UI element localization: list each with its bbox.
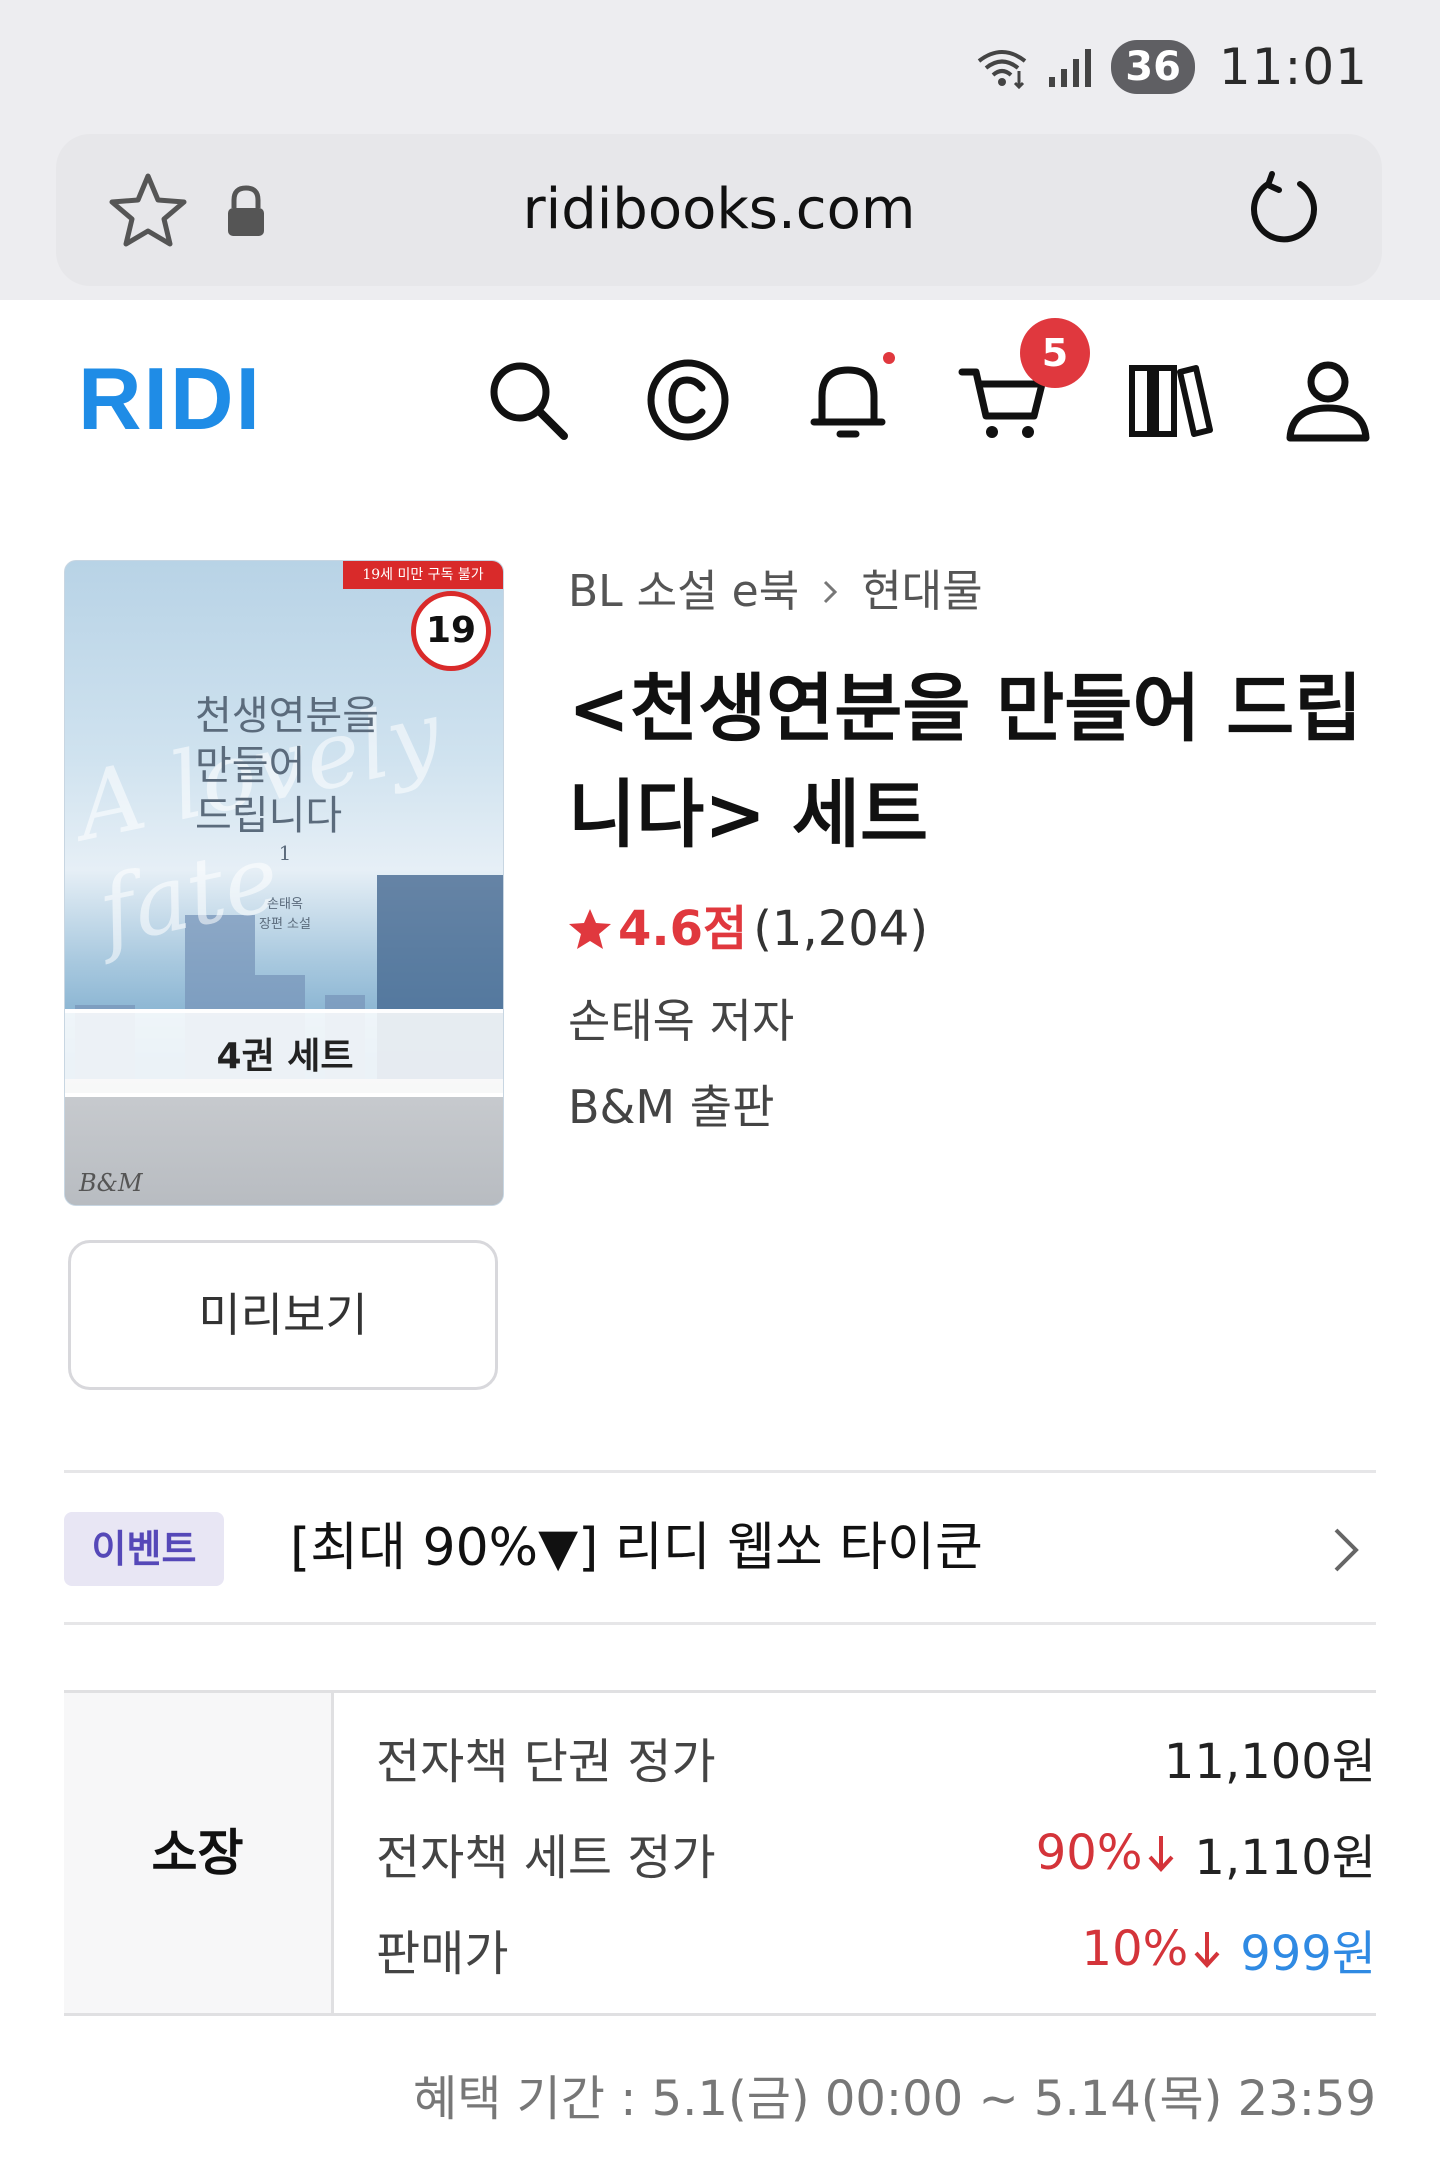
book-cover[interactable]: A lovely fate 천생연분을 만들어 드립니다 1 손태옥 장편 소설… [64, 560, 504, 1206]
price-label: 전자책 단권 정가 [376, 1734, 716, 1790]
age-restriction-strip: 19세 미만 구독 불가 [343, 561, 503, 589]
cart-count-badge: 5 [1020, 318, 1090, 388]
book-title: <천생연분을 만들어 드립니다> 세트 [568, 666, 1363, 858]
benefit-period: 혜택 기간 : 5.1(금) 00:00 ~ 5.14(목) 23:59 [413, 2071, 1376, 2127]
status-time: 11:01 [1218, 38, 1368, 96]
event-banner[interactable]: 이벤트 [최대 90%▼] 리디 웹쏘 타이쿤 [64, 1472, 1376, 1624]
price-row-sale: 판매가 10% 999원 [376, 1901, 1376, 1997]
breadcrumb: BL 소설 e북 현대물 [568, 560, 983, 624]
author-name[interactable]: 손태옥 [568, 994, 695, 1048]
notification-button[interactable] [800, 352, 896, 448]
discount-rate: 90% [1035, 1825, 1143, 1881]
cover-volume: 1 [278, 841, 292, 865]
status-bar: 36 11:01 [975, 38, 1368, 96]
browser-chrome: 36 11:01 ridibooks.com [0, 0, 1440, 300]
publisher-name[interactable]: B&M [568, 1080, 675, 1134]
address-bar[interactable]: ridibooks.com [56, 134, 1382, 286]
cash-button[interactable] [640, 352, 736, 448]
chevron-right-icon [824, 580, 838, 604]
purchase-type-label: 소장 [64, 1693, 334, 2013]
cover-author-art: 손태옥 장편 소설 [259, 897, 311, 932]
price-row-set: 전자책 세트 정가 90% 1,110원 [376, 1805, 1376, 1901]
age-19-badge: 19 [411, 591, 491, 671]
chevron-right-icon [1334, 1528, 1359, 1572]
event-tag: 이벤트 [64, 1512, 224, 1586]
publisher-mark: B&M [79, 1169, 143, 1197]
discount-rate: 10% [1081, 1921, 1189, 1977]
cash-coin-icon [647, 359, 729, 441]
price-row-single: 전자책 단권 정가 11,100원 [376, 1709, 1376, 1805]
divider [64, 1622, 1376, 1625]
publisher-line: B&M 출판 [568, 1074, 774, 1140]
cover-title-art: 천생연분을 만들어 드립니다 [195, 693, 379, 839]
rating[interactable]: 4.6점 (1,204) [568, 894, 928, 964]
price-label: 판매가 [376, 1926, 509, 1982]
url-text[interactable]: ridibooks.com [56, 134, 1382, 286]
notification-dot [883, 352, 895, 364]
down-arrow-icon [1148, 1836, 1174, 1872]
bell-icon [810, 366, 886, 438]
breadcrumb-subcategory[interactable]: 현대물 [861, 560, 982, 624]
library-button[interactable] [1124, 352, 1220, 448]
publisher-suffix: 출판 [689, 1080, 775, 1134]
breadcrumb-category[interactable]: BL 소설 e북 [568, 560, 799, 624]
search-button[interactable] [480, 352, 576, 448]
signal-icon [1049, 49, 1092, 87]
reload-icon[interactable] [1242, 168, 1326, 252]
set-count-label: 4권 세트 [65, 1009, 503, 1097]
down-arrow-icon [1194, 1932, 1220, 1968]
sale-price-value: 999원 [1240, 1926, 1376, 1982]
price-label: 전자책 세트 정가 [376, 1830, 716, 1886]
event-text: [최대 90%▼] 리디 웹쏘 타이쿤 [290, 1518, 983, 1578]
price-value: 1,110원 [1194, 1830, 1376, 1886]
battery-indicator: 36 [1111, 40, 1195, 94]
my-page-button[interactable] [1280, 352, 1376, 448]
price-value: 11,100원 [1163, 1734, 1376, 1790]
ridi-logo[interactable]: RIDI [78, 344, 262, 454]
wifi-icon [978, 50, 1027, 89]
search-icon [490, 362, 568, 440]
preview-button[interactable]: 미리보기 [68, 1240, 498, 1390]
author-line: 손태옥 저자 [568, 988, 794, 1054]
star-icon [569, 909, 611, 949]
user-icon [1286, 361, 1370, 442]
rating-count: (1,204) [753, 901, 929, 957]
author-suffix: 저자 [709, 994, 795, 1048]
price-table: 소장 전자책 단권 정가 11,100원 전자책 세트 정가 90% 1,110… [64, 1690, 1376, 2016]
site-header: RIDI 5 [0, 300, 1440, 500]
library-books-icon [1129, 365, 1213, 437]
rating-score: 4.6점 [618, 901, 748, 957]
